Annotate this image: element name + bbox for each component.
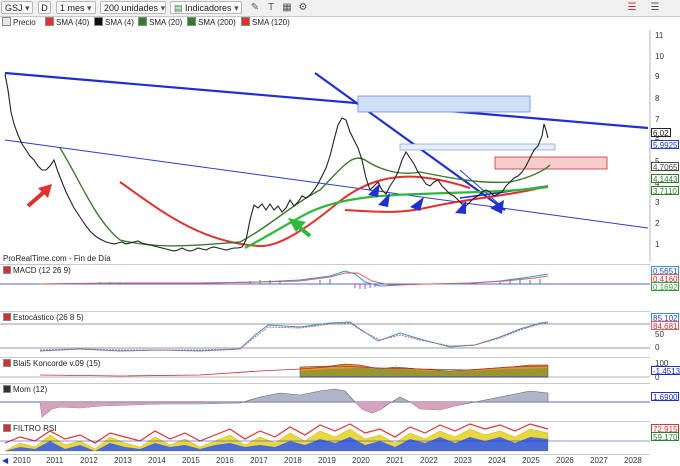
year-tick: 2023 (454, 456, 472, 465)
trendline-downtrend (314, 72, 506, 211)
trendline-price-tag: 5,9925 (651, 140, 680, 150)
koncorde-chart[interactable] (0, 357, 650, 383)
year-tick: 2017 (250, 456, 268, 465)
legend-swatch (94, 17, 103, 26)
timeframe-select[interactable]: 1 mes (56, 1, 96, 14)
sma20-price-tag: 4,1443 (651, 174, 680, 184)
year-tick: 2020 (352, 456, 370, 465)
year-tick: 2010 (13, 456, 31, 465)
last-price-tag: 6,02 (651, 128, 671, 138)
legend-label: Precio (13, 18, 36, 27)
macd-chart[interactable] (0, 264, 650, 290)
chart-settings-icon[interactable]: ▦ (280, 1, 294, 14)
momentum-value: 1,6900 (651, 392, 680, 402)
price-tick: 7 (655, 115, 660, 124)
price-tick: 9 (655, 72, 660, 81)
ticker-label: GSJ (5, 3, 23, 13)
year-tick: 2011 (46, 456, 64, 465)
sma-200-line (244, 185, 549, 249)
filtro-rsi-chart[interactable] (0, 421, 650, 454)
price-tick: 8 (655, 94, 660, 103)
sma-120-line (119, 175, 471, 248)
units-select[interactable]: 200 unidades (100, 1, 166, 14)
koncorde-value: -1,4513 (651, 366, 680, 376)
macd-value: 0,1692 (651, 282, 680, 292)
red-arrow-icon (26, 184, 52, 208)
price-tick: 1 (655, 240, 660, 249)
wrench-icon[interactable]: ⚙ (296, 1, 310, 14)
year-tick: 2013 (114, 456, 132, 465)
draw-pencil-icon[interactable]: ✎ (248, 1, 262, 14)
stoch-value: 84,681 (651, 321, 680, 331)
sma200-price-tag: 3,7110 (651, 186, 679, 196)
price-chart[interactable] (0, 30, 680, 264)
ticker-select[interactable]: GSJ (1, 1, 33, 14)
macd-histogram-negative (354, 284, 376, 289)
legend-price[interactable]: Precio (2, 17, 36, 29)
year-tick: 2016 (216, 456, 234, 465)
price-tick: 10 (655, 52, 664, 61)
legend-label: SMA (120) (252, 18, 290, 27)
bar-type-button[interactable]: D (38, 1, 51, 14)
legend-sma200[interactable]: SMA (200) (187, 17, 236, 29)
source-label: ProRealTime.com - Fin de Día (3, 254, 111, 263)
legend-swatch (45, 17, 54, 26)
panel-menu-icon[interactable]: ☰ (648, 1, 662, 14)
indicator-legend: Precio SMA (40) SMA (4) SMA (20) SMA (20… (0, 17, 340, 29)
legend-label: SMA (4) (105, 18, 134, 27)
price-tick: 3 (655, 198, 660, 207)
bar-type-glyph: D (41, 3, 48, 13)
toolbar: GSJ D 1 mes 200 unidades ▤ Indicadores ✎… (0, 0, 680, 17)
year-tick: 2012 (80, 456, 98, 465)
year-tick: 2018 (284, 456, 302, 465)
indicators-button[interactable]: ▤ Indicadores (170, 1, 242, 14)
legend-label: SMA (20) (149, 18, 183, 27)
legend-swatch (2, 17, 11, 26)
year-tick: 2025 (522, 456, 540, 465)
year-tick: 2024 (488, 456, 506, 465)
x-axis-line (0, 454, 650, 455)
legend-sma20[interactable]: SMA (20) (138, 17, 182, 29)
year-tick: 2015 (182, 456, 200, 465)
alarm-icon[interactable]: ☰ (625, 1, 639, 14)
stoch-axis-tick: 50 (655, 330, 664, 339)
support-zone-red (494, 156, 608, 170)
year-tick: 2027 (590, 456, 608, 465)
year-tick: 2026 (556, 456, 574, 465)
text-tool-icon[interactable]: T (264, 1, 278, 14)
legend-label: SMA (40) (56, 18, 90, 27)
x-axis-scroll-icon[interactable]: ◀ (2, 456, 8, 465)
momentum-chart[interactable] (0, 383, 650, 421)
year-tick: 2028 (624, 456, 642, 465)
stochastic-chart[interactable] (0, 311, 650, 357)
resistance-zone (357, 95, 531, 113)
legend-sma40[interactable]: SMA (40) (45, 17, 89, 29)
year-tick: 2019 (318, 456, 336, 465)
year-tick: 2021 (386, 456, 404, 465)
year-tick: 2014 (148, 456, 166, 465)
timeframe-label: 1 mes (60, 3, 85, 13)
macd-signal-line (39, 272, 549, 286)
rsi-value: 59,170 (651, 432, 680, 442)
units-label: 200 unidades (104, 3, 159, 13)
stoch-axis-tick: 0 (655, 343, 660, 352)
price-tick: 2 (655, 219, 660, 228)
indicators-label: Indicadores (185, 3, 232, 13)
legend-sma4[interactable]: SMA (4) (94, 17, 134, 29)
sma-price-tag: 4,7065 (651, 162, 680, 172)
legend-swatch (187, 17, 196, 26)
stoch-k-line (39, 321, 549, 352)
legend-swatch (241, 17, 250, 26)
legend-sma120[interactable]: SMA (120) (241, 17, 290, 29)
legend-swatch (138, 17, 147, 26)
price-tick: 11 (655, 31, 664, 40)
year-tick: 2022 (420, 456, 438, 465)
zone-light-blue (399, 143, 556, 151)
indicators-icon: ▤ (174, 3, 183, 13)
legend-label: SMA (200) (198, 18, 236, 27)
momentum-negative-area (40, 402, 470, 417)
